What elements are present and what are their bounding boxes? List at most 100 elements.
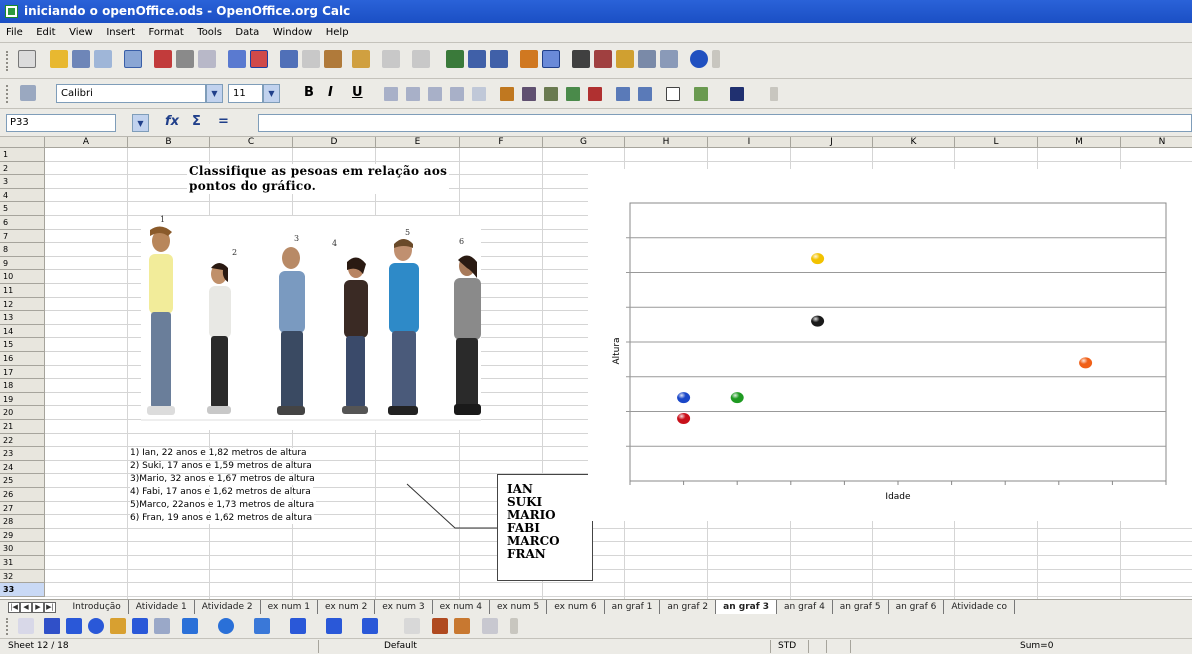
toolbar-grip[interactable] — [6, 85, 10, 103]
column-header-F[interactable]: F — [460, 137, 543, 148]
column-header-D[interactable]: D — [293, 137, 376, 148]
row-header-28[interactable]: 28 — [0, 515, 45, 529]
row-header-31[interactable]: 31 — [0, 556, 45, 570]
sheet-tab-3[interactable]: Atividade 2 — [195, 600, 261, 614]
row-header-30[interactable]: 30 — [0, 542, 45, 556]
borders-icon[interactable] — [666, 87, 680, 101]
save-icon[interactable] — [72, 50, 90, 68]
menu-tools[interactable]: Tools — [197, 23, 222, 43]
decrease-indent-icon[interactable] — [616, 87, 630, 101]
line-tool-icon[interactable] — [44, 618, 60, 634]
fontwork-gallery-icon[interactable] — [432, 618, 448, 634]
data-sources-icon[interactable] — [638, 50, 656, 68]
toolbar-options-icon[interactable] — [712, 50, 720, 68]
sheet-tab-12[interactable]: an graf 3 — [716, 600, 778, 614]
row-header-25[interactable]: 25 — [0, 474, 45, 488]
points-icon[interactable] — [404, 618, 420, 634]
first-sheet-icon[interactable]: |◀ — [8, 602, 20, 613]
row-header-15[interactable]: 15 — [0, 338, 45, 352]
email-icon[interactable] — [94, 50, 112, 68]
row-header-7[interactable]: 7 — [0, 229, 45, 244]
select-all-corner[interactable] — [0, 137, 45, 148]
sheet-tab-13[interactable]: an graf 4 — [777, 600, 833, 614]
font-size-box[interactable]: 11 — [228, 84, 263, 103]
gallery-icon[interactable] — [616, 50, 634, 68]
column-header-I[interactable]: I — [708, 137, 791, 148]
symbol-shapes-icon[interactable] — [218, 618, 234, 634]
toolbar-grip[interactable] — [6, 618, 10, 635]
merge-cells-icon[interactable] — [472, 87, 486, 101]
text-tool-icon[interactable] — [132, 618, 148, 634]
styles-icon[interactable] — [20, 85, 36, 101]
stars-icon[interactable] — [362, 618, 378, 634]
font-size-dropdown-icon[interactable]: ▼ — [263, 84, 280, 103]
row-header-4[interactable]: 4 — [0, 188, 45, 203]
find-replace-icon[interactable] — [572, 50, 590, 68]
insert-chart-icon[interactable] — [520, 50, 538, 68]
font-name-dropdown-icon[interactable]: ▼ — [206, 84, 223, 103]
function-wizard-button[interactable]: fx — [165, 114, 179, 129]
column-header-M[interactable]: M — [1038, 137, 1121, 148]
menu-help[interactable]: Help — [326, 23, 349, 43]
menu-window[interactable]: Window — [273, 23, 312, 43]
row-header-10[interactable]: 10 — [0, 270, 45, 284]
chart-object[interactable]: Altura Idade — [588, 169, 1192, 521]
row-header-20[interactable]: 20 — [0, 406, 45, 420]
from-file-icon[interactable] — [454, 618, 470, 634]
toolbar-options-icon[interactable] — [770, 87, 778, 101]
sheet-tab-14[interactable]: an graf 5 — [833, 600, 889, 614]
help-icon[interactable] — [690, 50, 708, 68]
add-decimal-icon[interactable] — [566, 87, 580, 101]
row-header-9[interactable]: 9 — [0, 256, 45, 271]
sheet-tab-15[interactable]: an graf 6 — [889, 600, 945, 614]
currency-format-icon[interactable] — [500, 87, 514, 101]
row-header-23[interactable]: 23 — [0, 447, 45, 461]
column-header-B[interactable]: B — [128, 137, 210, 148]
toolbar-options-icon[interactable] — [510, 618, 518, 634]
percent-format-icon[interactable] — [522, 87, 536, 101]
column-header-G[interactable]: G — [543, 137, 625, 148]
draw-functions-icon[interactable] — [542, 50, 560, 68]
underline-button[interactable]: U — [352, 86, 363, 100]
increase-indent-icon[interactable] — [638, 87, 652, 101]
column-header-L[interactable]: L — [955, 137, 1038, 148]
open-folder-icon[interactable] — [50, 50, 68, 68]
standard-format-icon[interactable] — [544, 87, 558, 101]
block-arrows-icon[interactable] — [254, 618, 270, 634]
formula-input[interactable] — [258, 114, 1192, 132]
row-header-29[interactable]: 29 — [0, 528, 45, 543]
sheet-tab-8[interactable]: ex num 5 — [490, 600, 548, 614]
row-header-11[interactable]: 11 — [0, 284, 45, 298]
sheet-tab-16[interactable]: Atividade co — [944, 600, 1015, 614]
undo-icon[interactable] — [382, 50, 400, 68]
freeform-tool-icon[interactable] — [110, 618, 126, 634]
column-header-K[interactable]: K — [873, 137, 955, 148]
ellipse-tool-icon[interactable] — [88, 618, 104, 634]
prev-sheet-icon[interactable]: ◀ — [20, 602, 32, 613]
sheet-tab-9[interactable]: ex num 6 — [547, 600, 605, 614]
spreadsheet-grid[interactable]: A B C D E F G H I J K L M N 1 2 3 4 5 6 7 8 9 10 11 12 13 14 15 16 17 1… — [0, 137, 1192, 599]
flowchart-icon[interactable] — [290, 618, 306, 634]
spellcheck-icon[interactable] — [228, 50, 246, 68]
background-color-icon[interactable] — [694, 87, 708, 101]
navigator-icon[interactable] — [594, 50, 612, 68]
sheet-tab-6[interactable]: ex num 3 — [375, 600, 433, 614]
bold-button[interactable]: B — [304, 86, 314, 100]
font-name-box[interactable]: Calibri — [56, 84, 206, 103]
row-header-18[interactable]: 18 — [0, 379, 45, 393]
row-header-6[interactable]: 6 — [0, 216, 45, 230]
row-header-5[interactable]: 5 — [0, 202, 45, 216]
italic-button[interactable]: I — [328, 86, 333, 100]
align-left-icon[interactable] — [384, 87, 398, 101]
align-right-icon[interactable] — [428, 87, 442, 101]
sort-descending-icon[interactable] — [490, 50, 508, 68]
autospellcheck-icon[interactable] — [250, 50, 268, 68]
row-header-19[interactable]: 19 — [0, 392, 45, 407]
redo-icon[interactable] — [412, 50, 430, 68]
clone-format-icon[interactable] — [352, 50, 370, 68]
menu-file[interactable]: File — [6, 23, 23, 43]
last-sheet-icon[interactable]: ▶| — [44, 602, 56, 613]
row-header-13[interactable]: 13 — [0, 311, 45, 325]
print-icon[interactable] — [176, 50, 194, 68]
menu-insert[interactable]: Insert — [106, 23, 135, 43]
